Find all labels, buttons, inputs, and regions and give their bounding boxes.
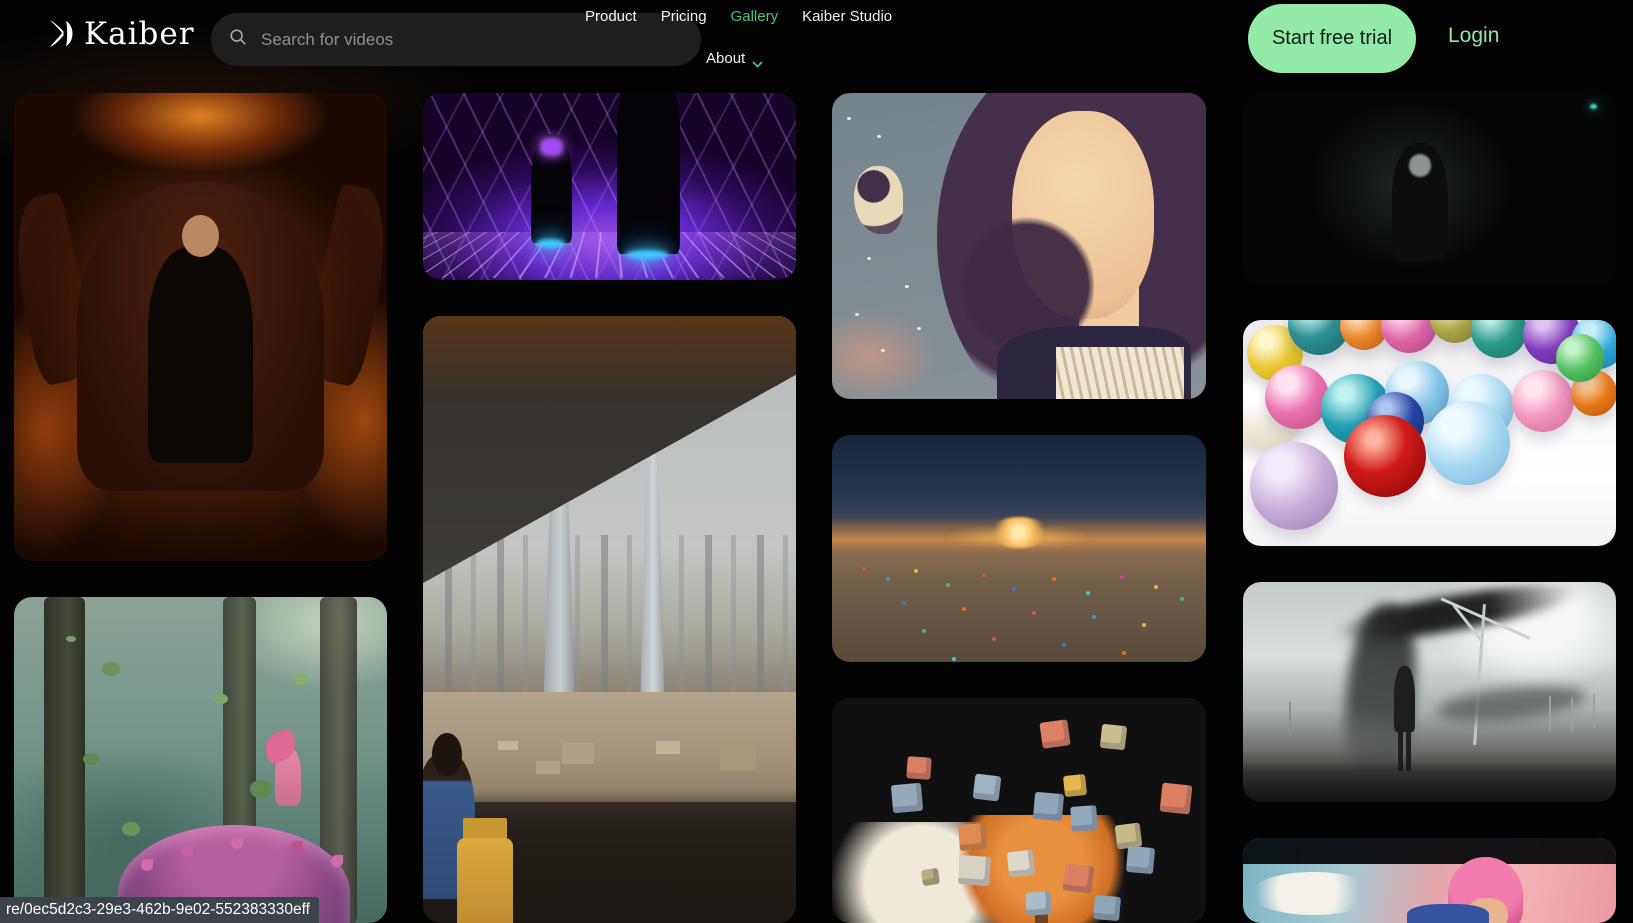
kaiber-gallery-page: { "header": { "logo": { "text": "Kaiber"… <box>0 0 1633 923</box>
gallery-tile-glass-marbles[interactable] <box>1243 320 1616 546</box>
kaiber-logo-mark-icon <box>48 18 78 50</box>
gallery-tile-anime-girl[interactable] <box>832 93 1206 399</box>
logo-wordmark: Kaiber <box>84 19 195 50</box>
gallery-tile-demon-throne[interactable] <box>14 93 387 561</box>
login-link[interactable]: Login <box>1448 24 1499 48</box>
kaiber-logo[interactable]: Kaiber <box>48 18 195 50</box>
gallery-tile-sunset-beach[interactable] <box>832 435 1206 662</box>
link-preview-status: re/0ec5d2c3-29e3-462b-9e02-552383330eff <box>0 897 319 923</box>
nav-link-product[interactable]: Product <box>585 8 637 25</box>
nav-link-pricing[interactable]: Pricing <box>661 8 707 25</box>
gallery-tile-forest-dragon[interactable] <box>14 597 387 923</box>
site-header: Kaiber Product Pricing Gallery Kaiber Studi… <box>0 0 1633 90</box>
start-free-trial-button[interactable]: Start free trial <box>1248 4 1416 73</box>
nav-link-gallery[interactable]: Gallery <box>731 8 779 25</box>
gallery-tile-pink-hair-portrait[interactable] <box>1243 838 1616 923</box>
search-icon <box>229 28 259 51</box>
search-input[interactable] <box>259 29 683 51</box>
nav-link-kaiber-studio[interactable]: Kaiber Studio <box>802 8 892 25</box>
gallery-tile-storm-walker[interactable] <box>1243 582 1616 802</box>
gallery-tile-neon-dancers[interactable] <box>423 93 796 280</box>
gallery-tile-hooded-reaper[interactable] <box>1243 93 1616 284</box>
gallery-grid <box>0 0 1633 923</box>
chevron-down-icon <box>752 55 763 62</box>
about-label: About <box>706 50 745 67</box>
nav-about[interactable]: About <box>706 50 763 67</box>
gallery-tile-city-overlook[interactable] <box>423 316 796 923</box>
primary-nav: Product Pricing Gallery Kaiber Studio <box>585 8 892 25</box>
gallery-tile-floating-cubes[interactable] <box>832 698 1206 923</box>
